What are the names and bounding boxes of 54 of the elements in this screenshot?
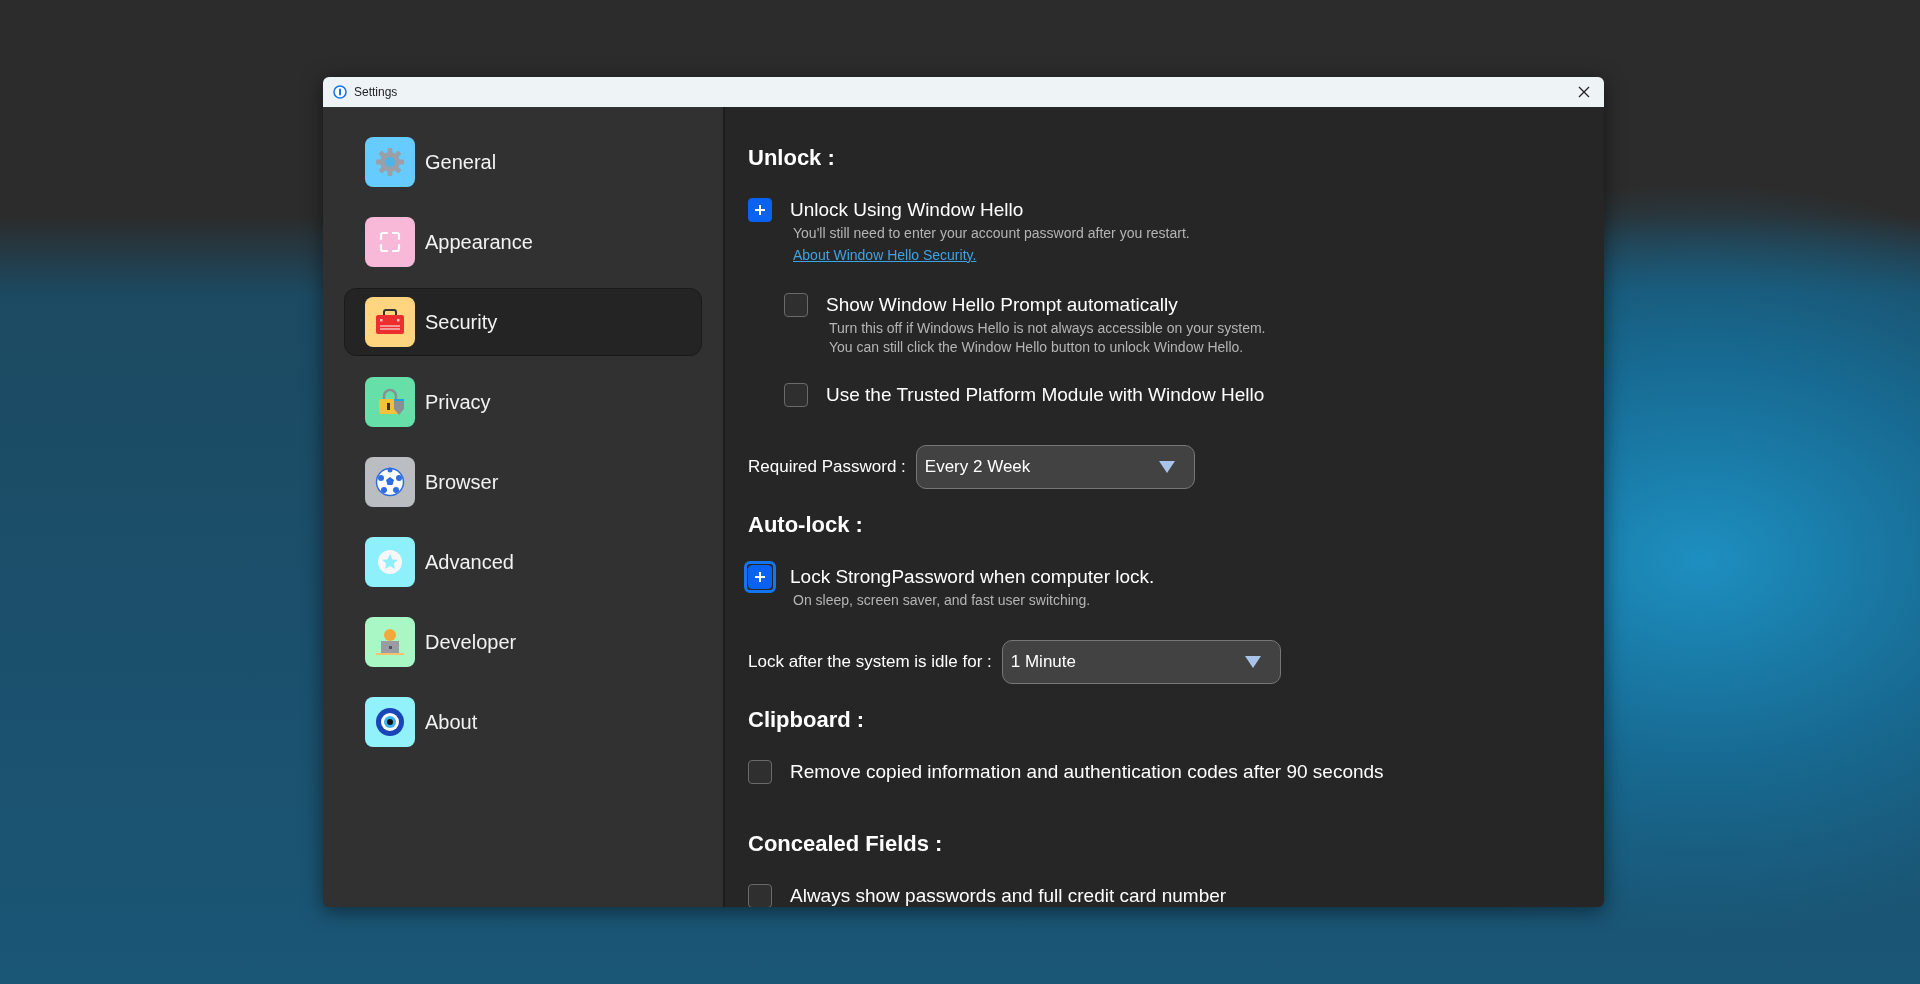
sidebar-item-label: Security bbox=[425, 310, 498, 335]
checkbox[interactable] bbox=[784, 383, 808, 407]
sidebar-item-label: Browser bbox=[425, 470, 499, 495]
close-icon bbox=[1578, 86, 1590, 98]
sidebar-item[interactable]: General bbox=[344, 128, 702, 196]
setting-description: You can still click the Window Hello button to unlock Window Hello. bbox=[829, 338, 1245, 357]
person-at-laptop-icon bbox=[375, 627, 405, 657]
sidebar-item-label: Appearance bbox=[425, 230, 533, 255]
section-heading: Concealed Fields : bbox=[748, 830, 944, 858]
frame-corners-icon bbox=[379, 231, 401, 253]
dropdown[interactable]: 1 Minute bbox=[1001, 640, 1281, 684]
dropdown[interactable]: Every 2 Week bbox=[915, 445, 1195, 489]
sidebar-item-label: Advanced bbox=[425, 550, 514, 575]
gear-icon bbox=[375, 147, 405, 177]
star-badge-icon bbox=[377, 549, 403, 575]
sidebar-item[interactable]: About bbox=[344, 688, 702, 756]
eye-icon bbox=[375, 707, 405, 737]
sidebar-item[interactable]: Advanced bbox=[344, 528, 702, 596]
checkbox-label: Use the Trusted Platform Module with Window Hello bbox=[826, 383, 1265, 407]
app-logo-icon bbox=[333, 85, 347, 99]
plus-icon bbox=[754, 204, 766, 216]
sidebar-item-label: About bbox=[425, 710, 478, 735]
field-label: Required Password : bbox=[748, 456, 906, 479]
sidebar-item-label: General bbox=[425, 150, 497, 175]
toolbox-icon bbox=[375, 309, 405, 335]
field-label: Lock after the system is idle for : bbox=[748, 651, 992, 674]
setting-description: On sleep, screen saver, and fast user switching. bbox=[793, 591, 1092, 610]
caret-icon bbox=[1157, 460, 1176, 474]
section-heading: Clipboard : bbox=[748, 706, 866, 734]
caret-icon bbox=[1243, 655, 1262, 669]
sidebar-item[interactable]: Privacy bbox=[344, 368, 702, 436]
sidebar-item-label: Privacy bbox=[425, 390, 491, 415]
sidebar-item[interactable]: Developer bbox=[344, 608, 702, 676]
checkbox[interactable] bbox=[748, 760, 772, 784]
window-title: Settings bbox=[354, 84, 398, 101]
checkbox-label: Show Window Hello Prompt automatically bbox=[826, 293, 1179, 317]
setting-description: You'll still need to enter your account password after you restart. bbox=[793, 224, 1190, 243]
sidebar-item[interactable]: Security bbox=[344, 288, 702, 356]
soccer-ball-icon bbox=[375, 467, 405, 497]
checkbox-label: Lock StrongPassword when computer lock. bbox=[790, 565, 1155, 589]
checkbox[interactable] bbox=[748, 884, 772, 907]
section-heading: Auto-lock : bbox=[748, 511, 864, 539]
sidebar-item-label: Developer bbox=[425, 630, 517, 655]
setting-description: Turn this off if Windows Hello is not always accessible on your system. bbox=[829, 319, 1266, 338]
sidebar-item[interactable]: Appearance bbox=[344, 208, 702, 276]
checkbox[interactable] bbox=[784, 293, 808, 317]
sidebar-item[interactable]: Browser bbox=[344, 448, 702, 516]
checkbox-label: Always show passwords and full credit card number bbox=[790, 884, 1227, 907]
checkbox[interactable] bbox=[748, 198, 772, 222]
help-link[interactable]: About Window Hello Security. bbox=[793, 246, 977, 265]
checkbox-label: Unlock Using Window Hello bbox=[790, 198, 1025, 222]
checkbox-label: Remove copied information and authentication codes after 90 seconds bbox=[790, 760, 1384, 784]
section-heading: Unlock : bbox=[748, 144, 836, 172]
plus-icon bbox=[754, 571, 766, 583]
